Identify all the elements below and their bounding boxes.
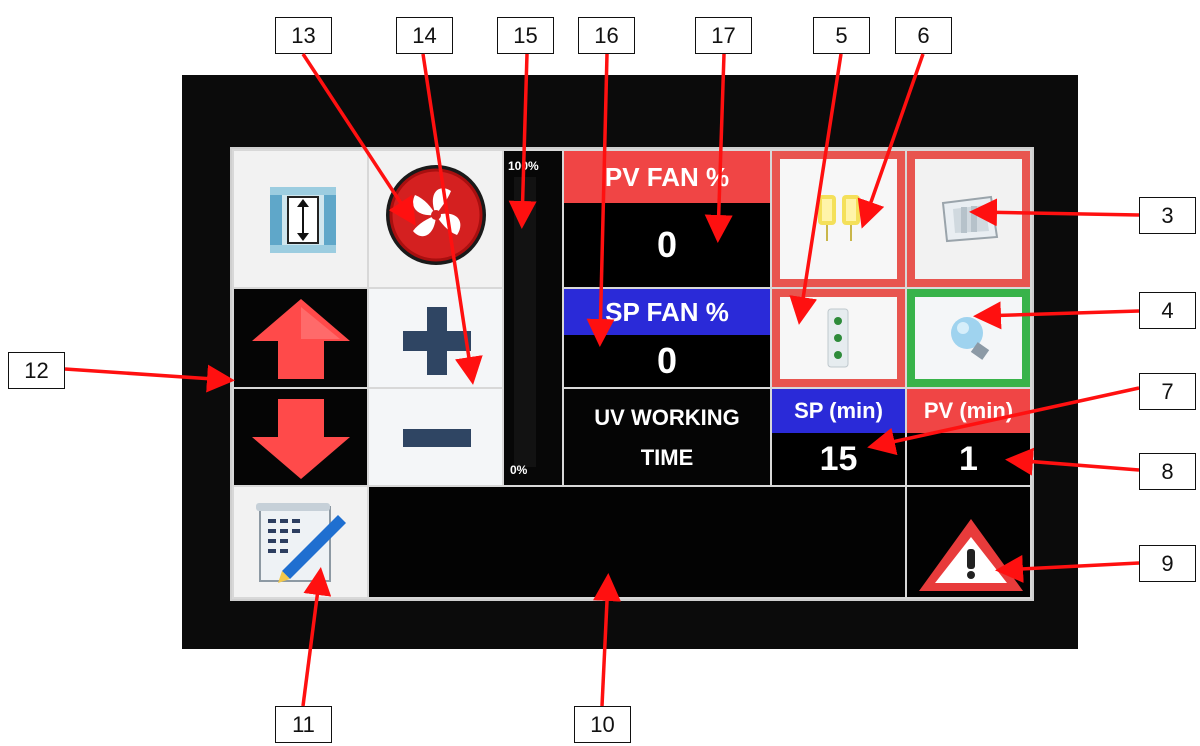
door-button[interactable]	[232, 149, 369, 289]
alarm-button[interactable]	[905, 485, 1032, 599]
callout-4: 4	[1139, 292, 1196, 329]
fan-level-bar: 100% 0%	[502, 149, 564, 487]
uv-working-label-line2: TIME	[640, 445, 694, 470]
uv-lamp-icon	[937, 193, 1001, 250]
bar-bottom-label: 0%	[510, 463, 528, 477]
callout-15: 15	[497, 17, 554, 54]
callout-7: 7	[1139, 373, 1196, 410]
sp-min-cell: SP (min) 15	[770, 387, 907, 487]
light-button[interactable]	[905, 287, 1032, 389]
plus-icon	[397, 301, 477, 386]
pv-fan-value: 0	[564, 203, 770, 287]
socket-button[interactable]	[770, 287, 907, 389]
light-bulb-icon	[949, 313, 993, 370]
fan-icon	[377, 163, 495, 272]
lamp-button[interactable]	[770, 149, 907, 289]
arrow-down-icon	[248, 397, 354, 486]
pv-fan-cell: PV FAN % 0	[562, 149, 772, 289]
lamp-icon	[814, 189, 864, 252]
pv-min-value: 1	[907, 433, 1030, 485]
arrow-up-icon	[248, 297, 354, 386]
callout-16: 16	[578, 17, 635, 54]
callout-12: 12	[8, 352, 65, 389]
uv-lamp-button[interactable]	[905, 149, 1032, 289]
sp-fan-label: SP FAN %	[564, 289, 770, 335]
door-open-close-icon	[268, 185, 338, 260]
minus-icon	[397, 427, 477, 454]
sp-fan-value: 0	[564, 335, 770, 387]
callout-11: 11	[275, 706, 332, 743]
socket-icon	[824, 307, 852, 374]
log-button[interactable]	[232, 485, 369, 599]
pv-min-label: PV (min)	[907, 389, 1030, 433]
callout-5: 5	[813, 17, 870, 54]
bar-top-label: 100%	[508, 159, 539, 173]
callout-13: 13	[275, 17, 332, 54]
uv-working-label-line1: UV WORKING	[594, 405, 740, 430]
uv-working-time-cell: UV WORKING TIME	[562, 387, 772, 487]
minus-button[interactable]	[367, 387, 504, 487]
callout-14: 14	[396, 17, 453, 54]
sp-min-label: SP (min)	[772, 389, 905, 433]
log-edit-icon	[252, 497, 352, 594]
sp-min-value: 15	[772, 433, 905, 485]
bar-track	[514, 177, 536, 467]
up-button[interactable]	[232, 287, 369, 389]
pv-min-cell: PV (min) 1	[905, 387, 1032, 487]
callout-3: 3	[1139, 197, 1196, 234]
callout-6: 6	[895, 17, 952, 54]
control-panel: 100% 0% PV FAN % 0 SP FAN % UV WORKING T…	[230, 147, 1034, 601]
down-button[interactable]	[232, 387, 369, 487]
callout-9: 9	[1139, 545, 1196, 582]
message-area	[367, 485, 907, 599]
device-touchscreen: 100% 0% PV FAN % 0 SP FAN % UV WORKING T…	[182, 75, 1078, 649]
fan-button[interactable]	[367, 149, 504, 289]
pv-fan-label: PV FAN %	[564, 151, 770, 203]
callout-17: 17	[695, 17, 752, 54]
callout-10: 10	[574, 706, 631, 743]
alarm-warning-icon	[915, 515, 1027, 600]
callout-8: 8	[1139, 453, 1196, 490]
plus-button[interactable]	[367, 287, 504, 389]
